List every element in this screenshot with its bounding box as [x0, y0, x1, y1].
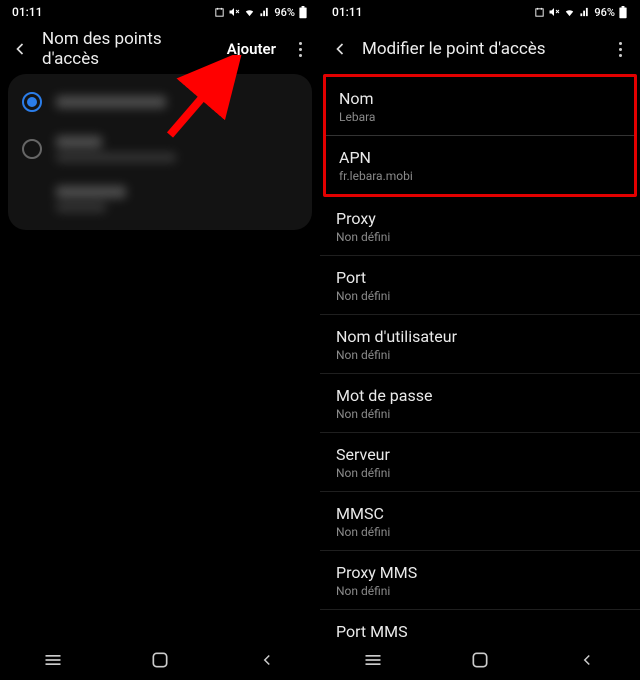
phone-right: 01:11 96% Modifier le point d'accès Nom …: [320, 0, 640, 680]
screenshot-icon: [214, 7, 225, 18]
battery-percent: 96%: [594, 6, 615, 19]
mute-icon: [228, 6, 240, 18]
status-bar: 01:11 96%: [320, 0, 640, 24]
nav-bar: [0, 640, 320, 680]
more-button[interactable]: [608, 37, 632, 61]
setting-value: Non défini: [336, 230, 624, 244]
recents-button[interactable]: [39, 649, 67, 671]
back-button[interactable]: [8, 37, 32, 61]
more-button[interactable]: [288, 37, 312, 61]
radio-icon[interactable]: [22, 139, 42, 159]
nav-back-button[interactable]: [573, 649, 601, 671]
setting-row-proxy[interactable]: Proxy Non défini: [320, 197, 640, 256]
blurred-apn-label: [56, 136, 176, 162]
home-button[interactable]: [146, 649, 174, 671]
battery-icon: [618, 6, 628, 19]
setting-row-server[interactable]: Serveur Non défini: [320, 433, 640, 492]
setting-row-port[interactable]: Port Non défini: [320, 256, 640, 315]
page-title: Nom des points d'accès: [42, 29, 215, 69]
signal-icon: [259, 7, 271, 18]
setting-row-proxy-mms[interactable]: Proxy MMS Non défini: [320, 551, 640, 610]
setting-label: Nom: [339, 89, 618, 108]
blurred-apn-label: [56, 186, 126, 212]
setting-value: Lebara: [339, 110, 618, 124]
battery-percent: 96%: [274, 6, 295, 19]
recents-button[interactable]: [359, 649, 387, 671]
setting-value: Non défini: [336, 525, 624, 539]
setting-label: Port MMS: [336, 622, 624, 640]
setting-row-apn[interactable]: APN fr.lebara.mobi: [326, 136, 634, 194]
setting-label: Proxy: [336, 209, 624, 228]
setting-label: Nom d'utilisateur: [336, 327, 624, 346]
setting-value: Non défini: [336, 407, 624, 421]
apn-item[interactable]: [8, 124, 312, 174]
screenshot-icon: [534, 7, 545, 18]
apn-item[interactable]: [8, 174, 312, 224]
apn-item[interactable]: [8, 80, 312, 124]
setting-label: MMSC: [336, 504, 624, 523]
setting-row-nom[interactable]: Nom Lebara: [326, 77, 634, 136]
setting-value: fr.lebara.mobi: [339, 169, 618, 183]
setting-label: Mot de passe: [336, 386, 624, 405]
apn-card: [8, 74, 312, 230]
apn-list: [0, 74, 320, 640]
phone-left: 01:11 96% Nom des points d'accès Ajouter: [0, 0, 320, 680]
setting-label: Proxy MMS: [336, 563, 624, 582]
nav-bar: [320, 640, 640, 680]
mute-icon: [548, 6, 560, 18]
setting-label: APN: [339, 148, 618, 167]
setting-value: Non défini: [336, 466, 624, 480]
highlighted-group: Nom Lebara APN fr.lebara.mobi: [323, 74, 637, 197]
status-bar: 01:11 96%: [0, 0, 320, 24]
setting-row-password[interactable]: Mot de passe Non défini: [320, 374, 640, 433]
back-button[interactable]: [328, 37, 352, 61]
setting-label: Serveur: [336, 445, 624, 464]
battery-icon: [298, 6, 308, 19]
signal-icon: [579, 7, 591, 18]
home-button[interactable]: [466, 649, 494, 671]
page-title: Modifier le point d'accès: [362, 39, 598, 59]
blurred-apn-label: [56, 96, 166, 108]
setting-value: Non défini: [336, 348, 624, 362]
setting-label: Port: [336, 268, 624, 287]
setting-row-mmsc[interactable]: MMSC Non défini: [320, 492, 640, 551]
setting-value: Non défini: [336, 289, 624, 303]
status-time: 01:11: [332, 5, 362, 19]
status-time: 01:11: [12, 5, 42, 19]
wifi-icon: [563, 7, 576, 18]
radio-selected-icon[interactable]: [22, 92, 42, 112]
settings-list: Nom Lebara APN fr.lebara.mobi Proxy Non …: [320, 74, 640, 640]
setting-value: Non défini: [336, 584, 624, 598]
app-bar: Nom des points d'accès Ajouter: [0, 24, 320, 74]
setting-row-username[interactable]: Nom d'utilisateur Non défini: [320, 315, 640, 374]
wifi-icon: [243, 7, 256, 18]
nav-back-button[interactable]: [253, 649, 281, 671]
add-button[interactable]: Ajouter: [225, 36, 278, 62]
app-bar: Modifier le point d'accès: [320, 24, 640, 74]
setting-row-port-mms[interactable]: Port MMS Non défini: [320, 610, 640, 640]
status-icons: 96%: [214, 6, 308, 19]
status-icons: 96%: [534, 6, 628, 19]
